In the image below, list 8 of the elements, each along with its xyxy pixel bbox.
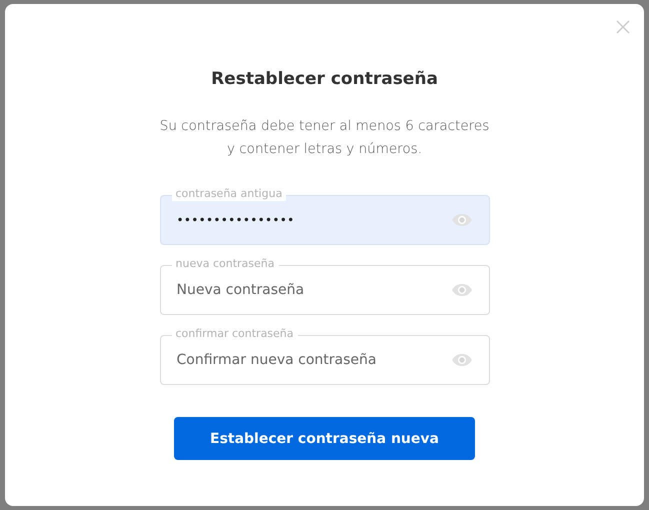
eye-icon[interactable] xyxy=(450,213,472,227)
dialog-title: Restablecer contraseña xyxy=(211,68,438,91)
close-icon[interactable] xyxy=(614,18,632,36)
eye-icon[interactable] xyxy=(450,283,472,297)
instructions-text: Su contraseña debe tener al menos 6 caracteres y contener letras y números. xyxy=(160,117,490,159)
eye-icon[interactable] xyxy=(450,353,472,367)
field-label: contraseña antigua xyxy=(172,187,286,201)
submit-button[interactable]: Establecer contraseña nueva xyxy=(174,417,475,460)
